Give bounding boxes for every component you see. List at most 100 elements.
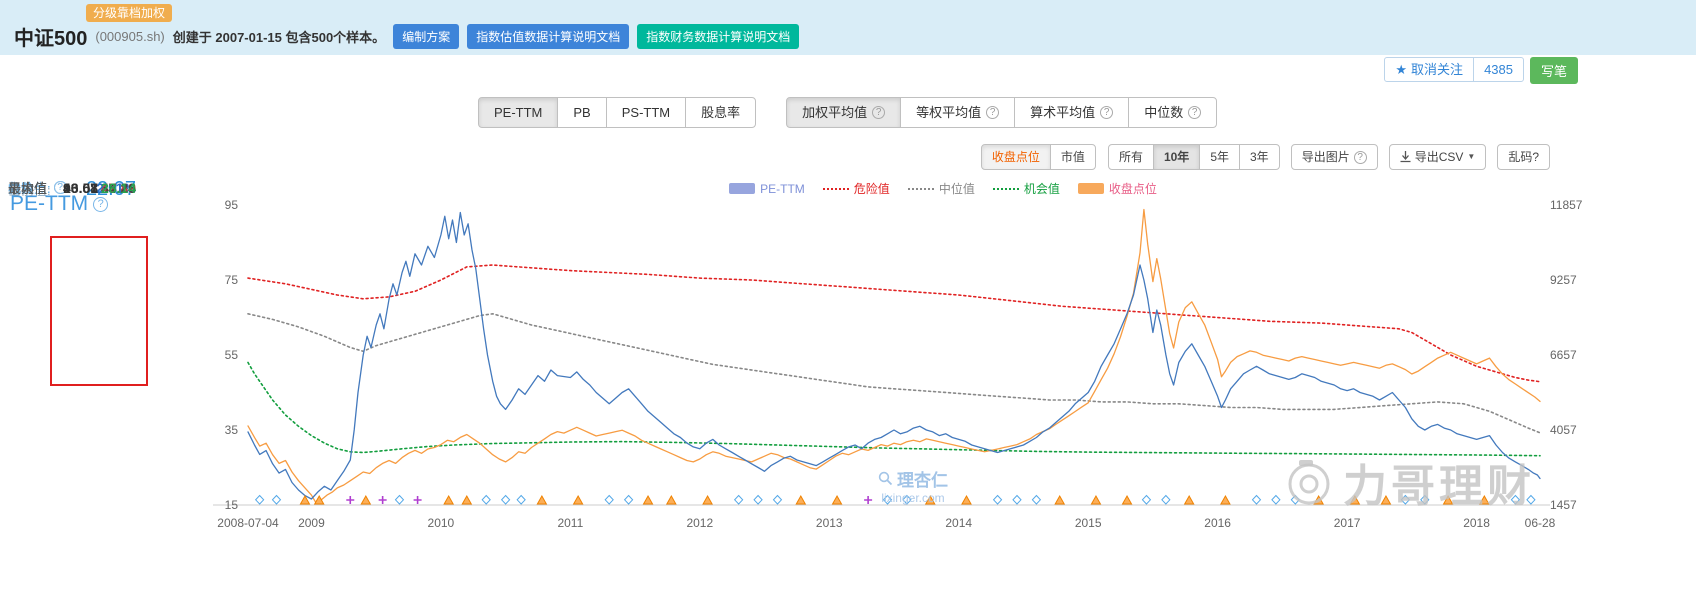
export-csv-button[interactable]: 导出CSV ▼ — [1388, 144, 1487, 170]
y-axis-left-tick: 35 — [225, 423, 239, 437]
y-axis-right-tick: 1457 — [1550, 498, 1577, 512]
tab-dividend-yield[interactable]: 股息率 — [685, 97, 757, 128]
min-value-row: 最小值 16.57 — [8, 178, 98, 197]
series-中位值 — [247, 313, 1541, 434]
valuation-doc-button[interactable]: 指数估值数据计算说明文档 — [467, 24, 630, 49]
main-area: PE-TTM ? 当前值: 22.07 分位点:? 2.51% 危险值:? 47… — [0, 178, 1696, 609]
index-description: 创建于 2007-01-15 包含500个样本。 — [172, 30, 386, 45]
lixinger-watermark-url: lixinger.com — [881, 491, 945, 505]
help-icon: ? — [1100, 106, 1114, 119]
y-axis-left-tick: 95 — [225, 198, 239, 212]
legend-swatch — [907, 187, 934, 190]
tab-pe-ttm[interactable]: PE-TTM — [478, 97, 559, 128]
event-marker-diamond — [516, 494, 526, 505]
tab-arithmetic-average[interactable]: 算术平均值? — [1014, 97, 1130, 128]
x-axis-tick: 2016 — [1204, 516, 1231, 530]
toggle-market-cap[interactable]: 市值 — [1049, 144, 1096, 170]
event-marker-triangle — [360, 494, 372, 505]
event-marker-triangle — [1054, 494, 1066, 505]
event-marker-diamond — [623, 494, 634, 505]
event-marker-triangle — [313, 494, 325, 505]
event-marker-diamond — [733, 494, 744, 505]
x-axis-tick: 2013 — [816, 516, 843, 530]
tab-weighted-average[interactable]: 加权平均值? — [786, 97, 902, 128]
min-value-label: 最小值 — [8, 181, 48, 196]
write-note-button[interactable]: 写笔 — [1529, 57, 1578, 84]
caret-down-icon: ▼ — [1467, 152, 1476, 161]
index-name: 中证500 — [14, 28, 88, 50]
event-marker-triangle — [443, 494, 455, 505]
tab-ps-ttm-label: PS-TTM — [621, 105, 671, 120]
lixinger-valuation-page: 分级靠档加权 中证500 (000905.sh) 创建于 2007-01-15 … — [0, 0, 1696, 609]
event-marker-triangle — [831, 494, 843, 505]
y-axis-left-tick: 75 — [225, 273, 239, 287]
ligelicai-watermark-text: 力哥理财 — [1343, 462, 1535, 511]
index-code: (000905.sh) — [95, 29, 165, 44]
x-axis-tick: 2009 — [298, 516, 325, 530]
range-5y[interactable]: 5年 — [1199, 144, 1240, 170]
tabs-row: PE-TTM PB PS-TTM 股息率 加权平均值? 等权平均值? 算术平均值… — [478, 97, 1218, 128]
controls-row: 收盘点位 市值 所有 10年 5年 3年 导出图片 ? 导出CSV ▼ 乱码? — [980, 144, 1550, 170]
event-marker-diamond — [271, 494, 282, 505]
export-image-button[interactable]: 导出图片 ? — [1290, 144, 1378, 170]
event-marker-diamond — [394, 494, 405, 505]
x-axis-tick: 2010 — [428, 516, 455, 530]
tab-ps-ttm[interactable]: PS-TTM — [605, 97, 687, 128]
average-method-group: 加权平均值? 等权平均值? 算术平均值? 中位数? — [786, 97, 1218, 128]
finance-doc-button[interactable]: 指数财务数据计算说明文档 — [637, 24, 800, 49]
tab-median-label: 中位数 — [1144, 105, 1184, 120]
lixinger-watermark-name: 理杏仁 — [897, 471, 948, 490]
price-mode-group: 收盘点位 市值 — [980, 144, 1096, 170]
download-icon — [1400, 151, 1411, 163]
y-axis-right-tick: 6657 — [1550, 348, 1577, 362]
event-marker-plus — [378, 496, 387, 504]
y-axis-left-tick: 55 — [225, 348, 239, 362]
help-icon: ? — [1353, 150, 1367, 164]
event-marker-plus — [346, 496, 355, 504]
x-axis-tick: 2017 — [1334, 516, 1361, 530]
toggle-close-price[interactable]: 收盘点位 — [980, 144, 1051, 170]
event-marker-triangle — [1121, 494, 1133, 505]
legend-swatch — [992, 187, 1019, 190]
garbled-button[interactable]: 乱码? — [1497, 144, 1550, 170]
help-icon: ? — [986, 106, 1000, 119]
y-axis-right-tick: 9257 — [1550, 273, 1577, 287]
lixinger-watermark: 理杏仁 lixinger.com — [858, 466, 968, 505]
tab-equal-weight-average-label: 等权平均值 — [916, 105, 982, 120]
tab-dividend-yield-label: 股息率 — [701, 105, 741, 120]
camera-icon — [1288, 460, 1330, 505]
tab-pb[interactable]: PB — [557, 97, 607, 128]
x-axis-tick: 2018 — [1463, 516, 1490, 530]
event-marker-diamond — [1012, 494, 1022, 505]
tab-equal-weight-average[interactable]: 等权平均值? — [900, 97, 1016, 128]
compilation-plan-button[interactable]: 编制方案 — [393, 24, 460, 49]
event-marker-triangle — [461, 494, 473, 505]
event-marker-triangle — [1183, 494, 1195, 505]
x-axis-tick: 06-28 — [1525, 516, 1556, 530]
event-marker-diamond — [1271, 494, 1281, 505]
legend-swatch — [729, 183, 756, 194]
event-marker-diamond — [772, 494, 783, 505]
y-axis-left-tick: 15 — [225, 498, 239, 512]
event-marker-triangle — [572, 494, 584, 505]
event-marker-triangle — [795, 494, 807, 505]
event-marker-triangle — [702, 494, 713, 505]
ligelicai-watermark: 力哥理财 — [1285, 450, 1535, 514]
event-marker-diamond — [500, 494, 511, 505]
tab-pe-ttm-label: PE-TTM — [494, 105, 543, 120]
x-axis-tick: 2011 — [557, 516, 583, 530]
chart-area: PE-TTM 危险值 中位值 机会值 收盘点位 15 35 55 75 95 1457 4057 66… — [190, 178, 1696, 609]
range-3y[interactable]: 3年 — [1239, 144, 1280, 170]
event-marker-diamond — [753, 494, 763, 505]
tab-arithmetic-average-label: 算术平均值 — [1030, 105, 1096, 120]
follow-count[interactable]: 4385 — [1473, 57, 1524, 82]
event-marker-plus — [413, 496, 422, 504]
export-csv-label: 导出CSV — [1414, 150, 1464, 164]
tab-median[interactable]: 中位数? — [1128, 97, 1218, 128]
title-row: 中证500 (000905.sh) 创建于 2007-01-15 包含500个样… — [14, 22, 800, 51]
unfollow-button[interactable]: ★ 取消关注 — [1384, 57, 1475, 82]
y-axis-right-tick: 4057 — [1550, 423, 1577, 437]
range-all[interactable]: 所有 — [1107, 144, 1154, 170]
sidebar: PE-TTM ? 当前值: 22.07 分位点:? 2.51% 危险值:? 47… — [0, 178, 190, 609]
range-10y[interactable]: 10年 — [1152, 144, 1201, 170]
